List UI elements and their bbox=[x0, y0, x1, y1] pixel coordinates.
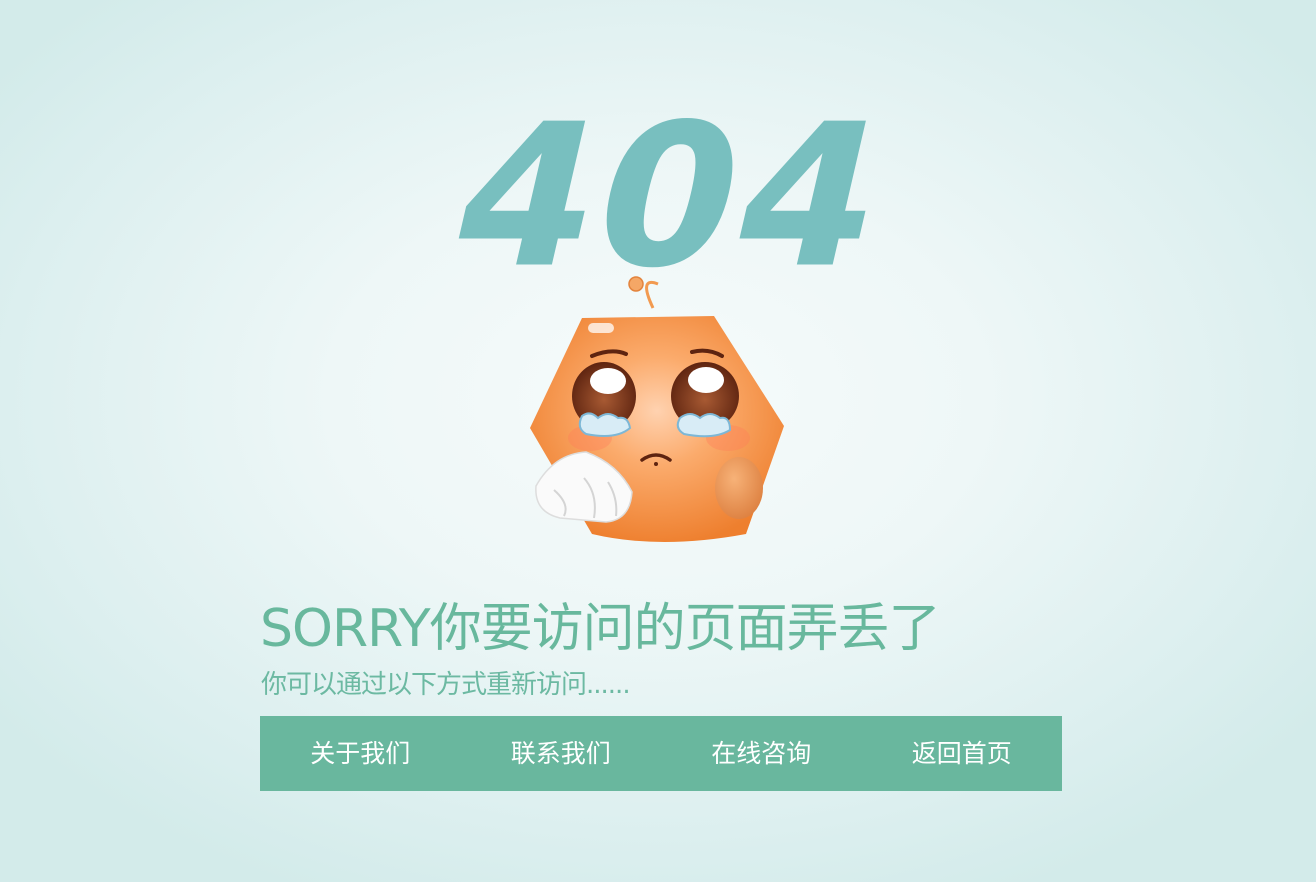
nav-online-consult-link[interactable]: 在线咨询 bbox=[661, 716, 862, 791]
nav-contact-us-link[interactable]: 联系我们 bbox=[461, 716, 662, 791]
crying-mascot-icon bbox=[530, 276, 784, 542]
nav-home-link[interactable]: 返回首页 bbox=[862, 716, 1063, 791]
nav-bar: 关于我们 联系我们 在线咨询 返回首页 bbox=[260, 716, 1062, 791]
nav-about-us-link[interactable]: 关于我们 bbox=[260, 716, 461, 791]
error-subtext: 你可以通过以下方式重新访问...... bbox=[261, 670, 631, 700]
error-headline: SORRY你要访问的页面弄丢了 bbox=[260, 599, 941, 659]
